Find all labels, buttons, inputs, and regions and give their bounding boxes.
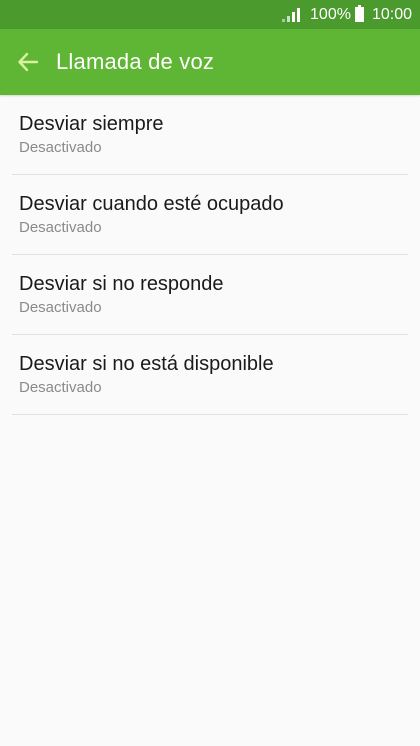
back-button[interactable] — [0, 29, 56, 95]
setting-forward-no-answer[interactable]: Desviar si no responde Desactivado — [12, 255, 408, 335]
arrow-left-icon — [18, 52, 39, 72]
setting-title: Desviar cuando esté ocupado — [19, 193, 284, 215]
app-bar: Llamada de voz — [0, 29, 420, 95]
setting-forward-unavailable[interactable]: Desviar si no está disponible Desactivad… — [12, 335, 408, 415]
clock: 10:00 — [371, 5, 412, 23]
setting-status: Desactivado — [19, 139, 102, 156]
page-title: Llamada de voz — [56, 49, 215, 74]
setting-forward-always[interactable]: Desviar siempre Desactivado — [12, 95, 408, 175]
signal-icon — [282, 7, 301, 22]
status-bar: 100% 10:00 — [0, 0, 420, 29]
setting-title: Desviar si no responde — [19, 273, 224, 295]
setting-title: Desviar siempre — [19, 113, 164, 135]
settings-list: Desviar siempre Desactivado Desviar cuan… — [0, 95, 420, 415]
setting-title: Desviar si no está disponible — [19, 353, 274, 375]
setting-status: Desactivado — [19, 219, 102, 236]
setting-forward-busy[interactable]: Desviar cuando esté ocupado Desactivado — [12, 175, 408, 255]
battery-icon — [354, 5, 364, 22]
setting-status: Desactivado — [19, 299, 102, 316]
setting-status: Desactivado — [19, 379, 102, 396]
battery-percent: 100% — [310, 5, 351, 23]
